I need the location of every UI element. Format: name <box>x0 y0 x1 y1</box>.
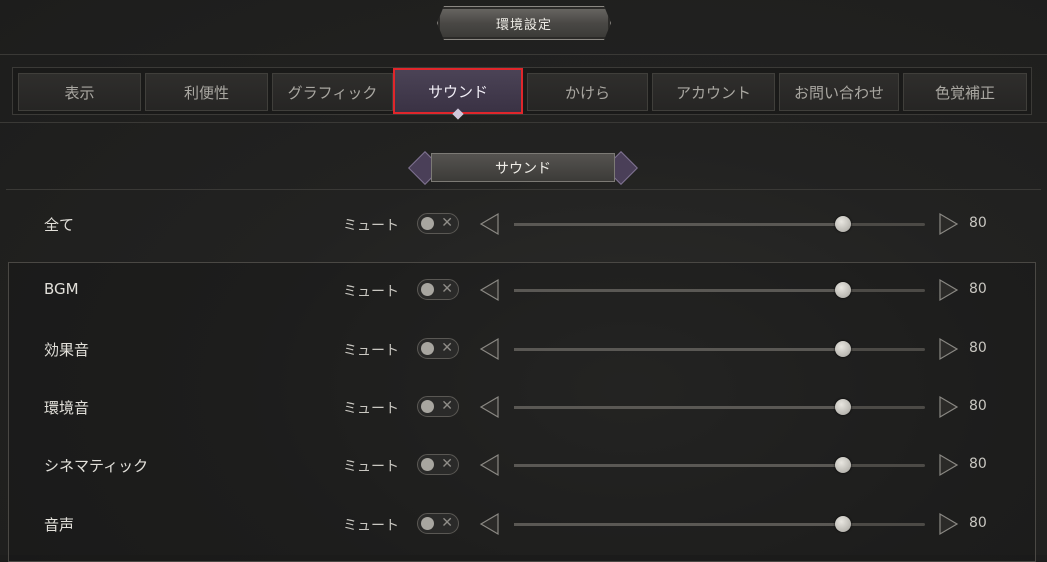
channel-label: 効果音 <box>44 341 90 359</box>
decrease-volume-button[interactable] <box>478 512 502 536</box>
active-indicator <box>452 108 464 120</box>
x-icon: ✕ <box>441 281 453 297</box>
volume-row: 環境音 ミュート ✕ 80 <box>0 392 1047 422</box>
decrease-volume-button[interactable] <box>478 453 502 477</box>
channel-label: 環境音 <box>44 399 90 417</box>
tab-label: 表示 <box>64 83 95 102</box>
volume-value: 80 <box>969 281 987 297</box>
mute-toggle[interactable]: ✕ <box>417 454 459 475</box>
window-title: 環境設定 <box>437 6 611 40</box>
tab-display[interactable]: 表示 <box>18 73 141 111</box>
increase-volume-button[interactable] <box>936 337 960 361</box>
slider-fill <box>514 289 843 292</box>
divider <box>6 189 1041 190</box>
decrease-volume-button[interactable] <box>478 395 502 419</box>
toggle-knob <box>421 342 434 355</box>
volume-value: 80 <box>969 398 987 414</box>
tab-label: 色覚補正 <box>934 83 995 102</box>
divider <box>0 54 1047 55</box>
tab-label: かけら <box>564 83 610 102</box>
mute-toggle[interactable]: ✕ <box>417 213 459 234</box>
volume-slider[interactable] <box>514 341 925 357</box>
tab-graphics[interactable]: グラフィック <box>272 73 393 111</box>
increase-volume-button[interactable] <box>936 278 960 302</box>
channel-label: 全て <box>44 216 75 234</box>
tab-label: お問い合わせ <box>793 83 884 102</box>
volume-row: シネマティック ミュート ✕ 80 <box>0 450 1047 480</box>
channel-label: シネマティック <box>44 457 149 475</box>
slider-fill <box>514 523 843 526</box>
slider-thumb[interactable] <box>834 399 851 415</box>
tab-label: 利便性 <box>183 83 229 102</box>
volume-value: 80 <box>969 515 987 531</box>
slider-thumb[interactable] <box>834 341 851 357</box>
section-header: サウンド <box>407 151 639 185</box>
slider-thumb[interactable] <box>834 516 851 532</box>
volume-value: 80 <box>969 215 987 231</box>
mute-toggle[interactable]: ✕ <box>417 338 459 359</box>
mute-toggle[interactable]: ✕ <box>417 513 459 534</box>
toggle-knob <box>421 217 434 230</box>
decrease-volume-button[interactable] <box>478 212 502 236</box>
section-title: サウンド <box>431 153 615 182</box>
increase-volume-button[interactable] <box>936 395 960 419</box>
volume-row: 全て ミュート ✕ 80 <box>0 209 1047 239</box>
divider <box>0 122 1047 123</box>
channel-label: 音声 <box>44 516 75 534</box>
volume-value: 80 <box>969 340 987 356</box>
slider-thumb[interactable] <box>834 216 851 232</box>
increase-volume-button[interactable] <box>936 453 960 477</box>
toggle-knob <box>421 517 434 530</box>
slider-thumb[interactable] <box>834 457 851 473</box>
toggle-knob <box>421 458 434 471</box>
x-icon: ✕ <box>441 215 453 231</box>
volume-slider[interactable] <box>514 516 925 532</box>
volume-value: 80 <box>969 456 987 472</box>
volume-row: BGM ミュート ✕ 80 <box>0 275 1047 305</box>
slider-fill <box>514 464 843 467</box>
volume-row: 音声 ミュート ✕ 80 <box>0 509 1047 539</box>
volume-slider[interactable] <box>514 399 925 415</box>
volume-slider[interactable] <box>514 216 925 232</box>
slider-thumb[interactable] <box>834 282 851 298</box>
volume-row: 効果音 ミュート ✕ 80 <box>0 334 1047 364</box>
tab-convenience[interactable]: 利便性 <box>145 73 268 111</box>
tab-label: サウンド <box>427 82 488 101</box>
mute-toggle[interactable]: ✕ <box>417 396 459 417</box>
x-icon: ✕ <box>441 398 453 414</box>
x-icon: ✕ <box>441 456 453 472</box>
mute-label: ミュート <box>343 284 399 300</box>
slider-fill <box>514 406 843 409</box>
decrease-volume-button[interactable] <box>478 278 502 302</box>
mute-label: ミュート <box>343 401 399 417</box>
mute-toggle[interactable]: ✕ <box>417 279 459 300</box>
volume-slider[interactable] <box>514 457 925 473</box>
increase-volume-button[interactable] <box>936 212 960 236</box>
tab-bar: 表示 利便性 グラフィック サウンド かけら アカウント お問い合わせ 色覚補正 <box>12 67 1032 120</box>
increase-volume-button[interactable] <box>936 512 960 536</box>
tab-sound[interactable]: サウンド <box>393 68 523 120</box>
tab-label: アカウント <box>675 83 751 102</box>
decrease-volume-button[interactable] <box>478 337 502 361</box>
x-icon: ✕ <box>441 340 453 356</box>
toggle-knob <box>421 283 434 296</box>
tab-fragments[interactable]: かけら <box>527 73 648 111</box>
tab-account[interactable]: アカウント <box>652 73 775 111</box>
toggle-knob <box>421 400 434 413</box>
mute-label: ミュート <box>343 343 399 359</box>
tab-color-correction[interactable]: 色覚補正 <box>903 73 1027 111</box>
x-icon: ✕ <box>441 515 453 531</box>
mute-label: ミュート <box>343 459 399 475</box>
slider-fill <box>514 348 843 351</box>
tab-label: グラフィック <box>287 83 378 102</box>
tab-contact[interactable]: お問い合わせ <box>779 73 899 111</box>
slider-fill <box>514 223 843 226</box>
volume-slider[interactable] <box>514 282 925 298</box>
mute-label: ミュート <box>343 218 399 234</box>
channel-label: BGM <box>44 280 79 298</box>
mute-label: ミュート <box>343 518 399 534</box>
